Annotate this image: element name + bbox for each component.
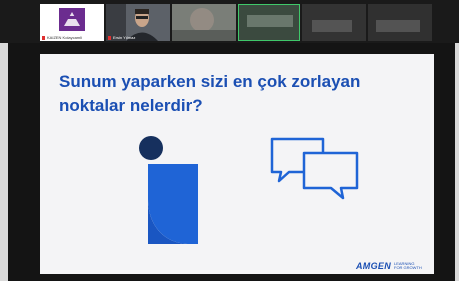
participant-name: Ersin Yılmaz [113, 35, 136, 40]
presentation-slide: Sunum yaparken sizi en çok zorlayan nokt… [40, 54, 434, 274]
participant-tile-active[interactable] [238, 4, 300, 41]
participant-tile-ersin[interactable]: Ersin Yılmaz [106, 4, 170, 41]
participant-video-icon [368, 4, 432, 41]
muted-mic-icon [42, 36, 45, 40]
participant-video-icon [172, 4, 236, 41]
participant-video-icon [239, 5, 299, 40]
slide-title: Sunum yaparken sizi en çok zorlayan nokt… [59, 70, 419, 118]
brand-name: AMGEN [356, 261, 391, 271]
slide-title-line1: Sunum yaparken sizi en çok zorlayan [59, 72, 361, 91]
brand-tagline: LEARNING FOR GROWTH [394, 262, 422, 270]
participant-video-icon [302, 4, 366, 41]
participant-strip: KAIZEN Kolaycamli Ersin Yılmaz [0, 0, 459, 43]
slide-title-line2: noktalar nelerdir? [59, 96, 203, 115]
chat-bubbles-icon [270, 137, 359, 200]
muted-mic-icon [108, 36, 111, 40]
participant-tile-blurred[interactable] [302, 4, 366, 41]
participant-tile-kaizen[interactable]: KAIZEN Kolaycamli [40, 4, 104, 41]
participant-name: KAIZEN Kolaycamli [47, 35, 82, 40]
brand-tagline-line2: FOR GROWTH [394, 265, 422, 270]
participant-tile-blurred[interactable] [172, 4, 236, 41]
amgen-logo: AMGEN LEARNING FOR GROWTH [356, 260, 422, 272]
participant-tile-blurred[interactable] [368, 4, 432, 41]
person-shape-icon [139, 136, 198, 244]
